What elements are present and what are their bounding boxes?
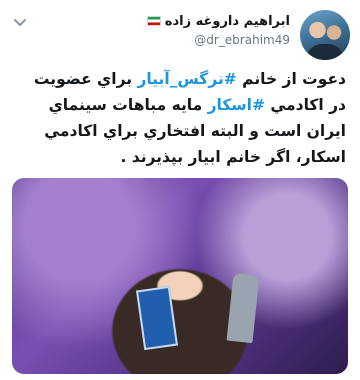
iran-flag-icon xyxy=(146,16,161,26)
hashtag-link[interactable]: #نرگس_آبيار xyxy=(137,70,236,88)
tweet-text-line-3: ايران است و البته افتخاري براي اكادمي xyxy=(44,122,346,140)
chevron-down-icon[interactable] xyxy=(12,14,28,30)
author-handle[interactable]: @dr_ebrahim49 xyxy=(147,33,290,47)
tweet-text: دعوت از خانم #نرگس_آبيار براي عضويت در ا… xyxy=(12,66,346,170)
tweet-text-line-1: دعوت از خانم #نرگس_آبيار براي عضويت xyxy=(33,70,346,88)
tweet-media-photo[interactable] xyxy=(12,178,348,374)
award-book xyxy=(135,285,179,351)
award-statue xyxy=(226,272,260,344)
avatar[interactable] xyxy=(300,10,350,60)
display-name[interactable]: ابراهیم داروغه زاده xyxy=(146,14,290,29)
tweet-text-line-2: در اكادمي #اسكار مايه مباهات سينماي xyxy=(48,96,346,114)
hashtag-link[interactable]: #اسكار xyxy=(208,96,265,114)
tweet-text-line-4: اسكار، اگر خانم ابيار بپذيرند . xyxy=(120,148,346,166)
tweet-header: ابراهیم داروغه زاده @dr_ebrahim49 xyxy=(10,8,350,60)
author-names: ابراهیم داروغه زاده @dr_ebrahim49 xyxy=(146,14,290,47)
tweet-card: ابراهیم داروغه زاده @dr_ebrahim49 دعوت ا… xyxy=(0,0,360,380)
display-name-text[interactable]: ابراهیم داروغه زاده xyxy=(165,14,290,29)
